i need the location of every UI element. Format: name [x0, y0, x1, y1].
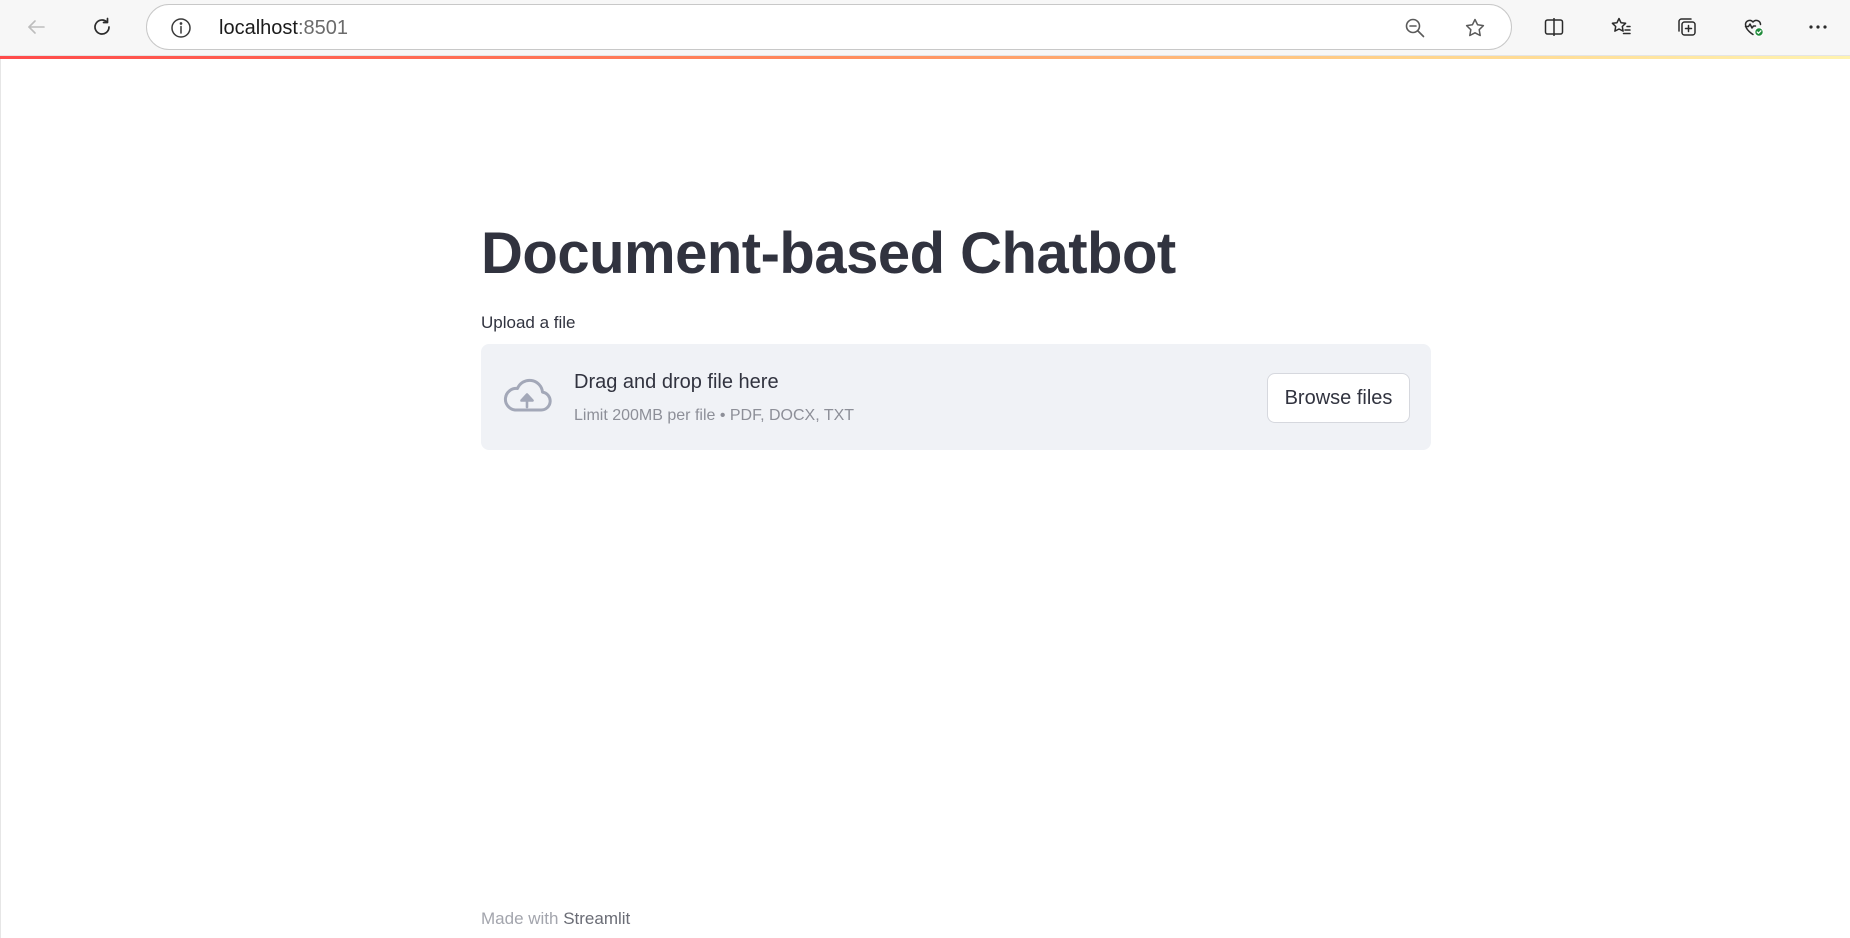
- refresh-button[interactable]: [84, 9, 120, 45]
- browse-files-button[interactable]: Browse files: [1267, 373, 1410, 423]
- zoom-out-icon: [1405, 18, 1425, 38]
- cloud-upload-icon: [503, 378, 552, 412]
- page-title: Document-based Chatbot: [481, 221, 1176, 286]
- dropzone-title: Drag and drop file here: [574, 371, 779, 393]
- star-icon: [1465, 18, 1485, 37]
- footer-brand-link[interactable]: Streamlit: [563, 909, 630, 928]
- favorite-button[interactable]: [1463, 16, 1487, 40]
- url-host: localhost: [219, 17, 298, 39]
- more-menu-button[interactable]: [1800, 9, 1836, 45]
- site-info-button[interactable]: [169, 16, 193, 40]
- browser-essentials-icon: [1744, 19, 1764, 37]
- browser-essentials-button[interactable]: [1735, 9, 1771, 45]
- browser-toolbar: localhost:8501: [0, 0, 1850, 56]
- footer-prefix: Made with: [481, 909, 564, 928]
- collections-icon: [1678, 18, 1696, 36]
- more-menu-icon: [1809, 25, 1827, 29]
- url-text[interactable]: localhost:8501: [219, 17, 348, 39]
- file-dropzone[interactable]: Drag and drop file here Limit 200MB per …: [481, 344, 1431, 450]
- address-bar[interactable]: localhost:8501: [146, 4, 1512, 50]
- info-icon: [171, 18, 191, 38]
- url-port: :8501: [297, 17, 348, 39]
- back-arrow-icon: [28, 20, 45, 34]
- back-button[interactable]: [18, 9, 54, 45]
- favorites-button[interactable]: [1603, 9, 1639, 45]
- collections-button[interactable]: [1669, 9, 1705, 45]
- refresh-icon: [94, 17, 110, 35]
- favorites-icon: [1611, 17, 1631, 35]
- app-page: Document-based Chatbot Upload a file Dra…: [0, 59, 1850, 938]
- zoom-button[interactable]: [1403, 16, 1427, 40]
- split-screen-button[interactable]: [1536, 9, 1572, 45]
- split-screen-icon: [1544, 18, 1564, 36]
- upload-label: Upload a file: [481, 313, 576, 332]
- footer: Made with Streamlit: [481, 909, 630, 929]
- dropzone-limits: Limit 200MB per file • PDF, DOCX, TXT: [574, 407, 855, 424]
